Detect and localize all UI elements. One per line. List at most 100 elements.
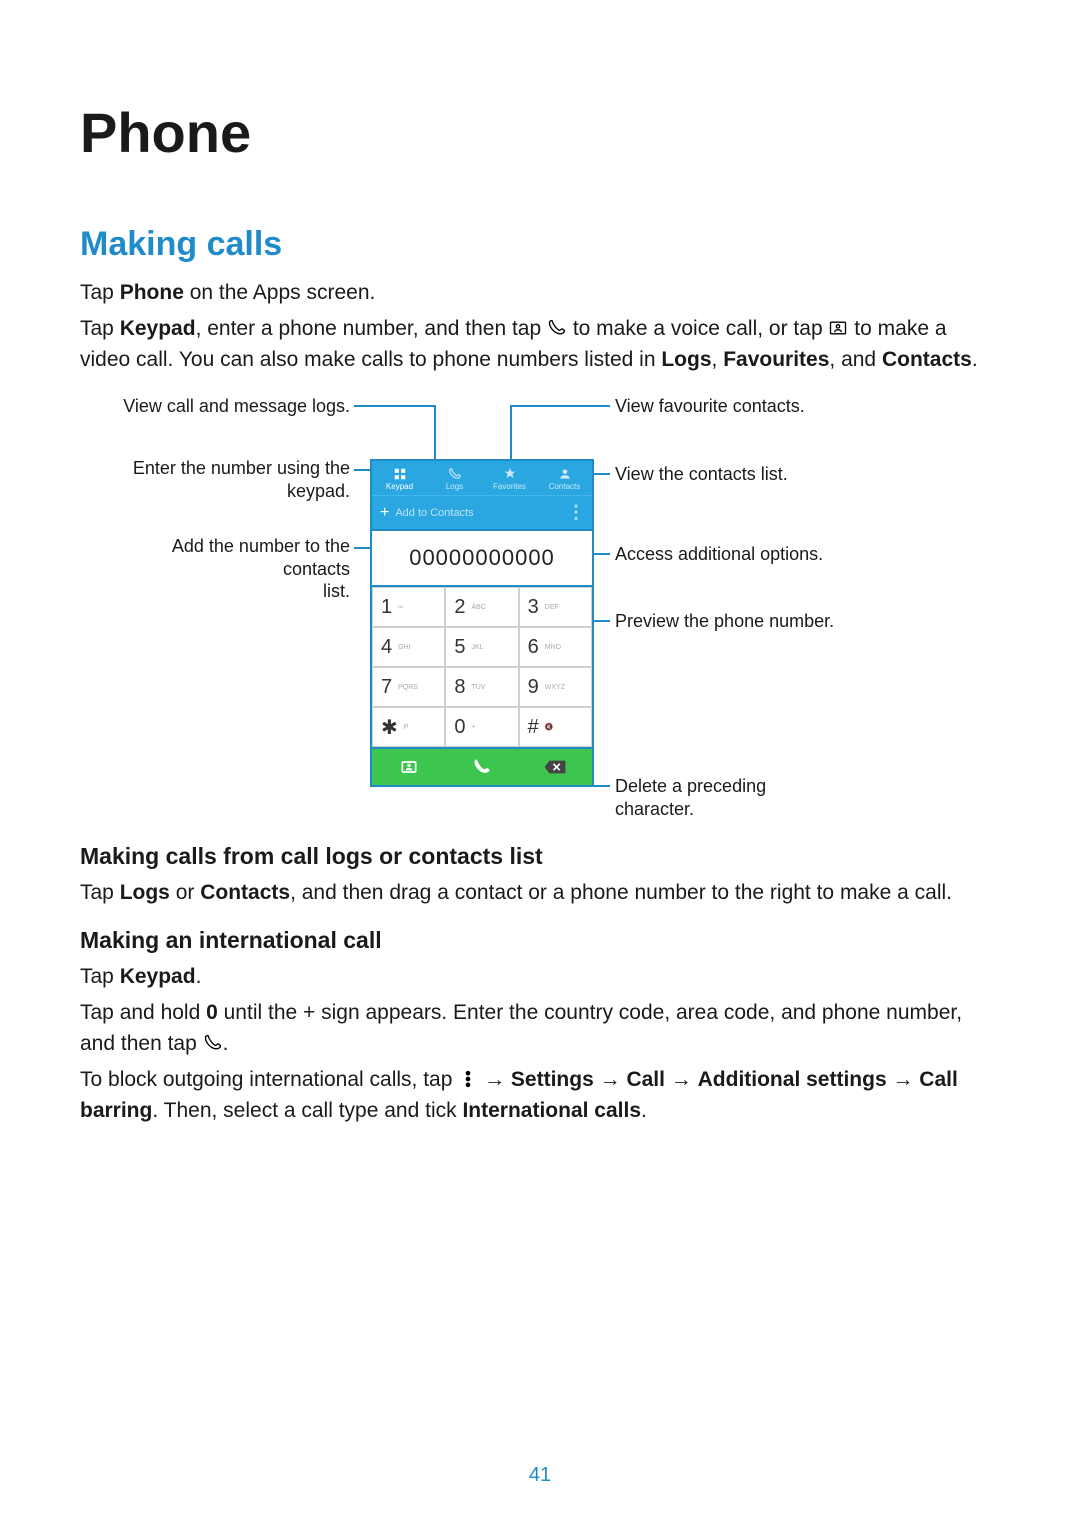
digit: 8 [454,676,465,699]
letters: ABC [471,604,485,611]
text: → [594,1068,627,1091]
key-6[interactable]: 6 MNO [519,627,592,667]
page-title: Phone [80,100,1000,165]
digit: 3 [528,596,539,619]
key-1[interactable]: 1∞ [372,587,445,627]
call-action-row [372,747,592,785]
digit: 7 [381,676,392,699]
key-8[interactable]: 8TUV [445,667,518,707]
keypad-bold: Keypad [120,317,196,340]
text: → [887,1068,920,1091]
key-2[interactable]: 2ABC [445,587,518,627]
key-hash[interactable]: #🔇 [519,707,592,747]
text: , and then drag a contact or a phone num… [290,881,952,904]
more-icon [458,1069,478,1089]
text: . [223,1032,229,1055]
text: Tap [80,965,120,988]
bold: Settings [511,1068,594,1091]
page-number: 41 [0,1464,1080,1487]
person-icon [557,467,573,481]
letters: DEF [545,604,559,611]
tab-favorites[interactable]: Favorites [482,461,537,495]
key-5[interactable]: 5 JKL [445,627,518,667]
letters: ∞ [398,604,403,611]
text: , and [829,348,882,371]
keypad-grid-icon [392,467,408,481]
key-4[interactable]: 4 GHI [372,627,445,667]
bold: Logs [120,881,170,904]
digit: 5 [454,636,465,659]
video-call-button[interactable] [372,749,445,785]
add-to-contacts-row[interactable]: + Add to Contacts ⋮ [372,495,592,529]
letters: 🔇 [545,723,554,731]
tab-keypad[interactable]: Keypad [372,461,427,495]
bold: Additional settings [698,1068,887,1091]
video-call-icon [828,318,848,338]
phone-handset-icon [447,467,463,481]
digit: 1 [381,596,392,619]
digit: ✱ [381,715,398,740]
dial-keypad: 1∞ 2ABC 3DEF 4GHI 5JKL 6MNO 7PQRS 8TUV 9… [372,587,592,747]
text: Tap [80,317,120,340]
subheading-call-logs: Making calls from call logs or contacts … [80,843,1000,870]
letters: JKL [471,644,483,651]
voice-call-button[interactable] [445,749,518,785]
backspace-icon [543,759,567,775]
key-7[interactable]: 7 PQRS [372,667,445,707]
tab-logs[interactable]: Logs [427,461,482,495]
callout-more-options: Access additional options. [615,543,845,566]
text: keypad. [287,481,350,501]
bold: International calls [462,1099,641,1122]
callout-view-contacts: View the contacts list. [615,463,845,486]
sub2-l2: Tap and hold 0 until the + sign appears.… [80,998,1000,1059]
text: → [665,1068,698,1091]
letters: + [471,724,475,731]
key-0[interactable]: 0+ [445,707,518,747]
tab-label: Favorites [493,482,526,491]
digit: 4 [381,636,392,659]
more-icon[interactable]: ⋮ [567,502,584,523]
letters: PQRS [398,684,418,691]
sub1-text: Tap Logs or Contacts, and then drag a co… [80,878,1000,908]
tab-contacts[interactable]: Contacts [537,461,592,495]
text: , [712,348,724,371]
fav-bold: Favourites [723,348,829,371]
keypad-line: Tap Keypad, enter a phone number, and th… [80,314,1000,375]
letters: WXYZ [545,684,565,691]
callout-delete-char: Delete a preceding character. [615,775,845,820]
bold: Contacts [200,881,290,904]
phone-mockup: Keypad Logs Favorites Contacts + Add to … [370,459,594,787]
phone-number-display: 00000000000 [372,529,592,587]
digit: 6 [528,636,539,659]
bold: 0 [206,1001,218,1024]
text: on the Apps screen. [184,281,375,304]
digit: 9 [528,676,539,699]
backspace-button[interactable] [519,749,592,785]
digit: # [528,716,539,739]
digit: 0 [454,716,465,739]
text: → [478,1068,511,1091]
key-star[interactable]: ✱P [372,707,445,747]
key-9[interactable]: 9 WXYZ [519,667,592,707]
callout-add-contact: Add the number to the contacts list. [120,535,350,603]
key-3[interactable]: 3 DEF [519,587,592,627]
tab-label: Contacts [549,482,581,491]
phone-handset-icon [203,1033,223,1053]
phone-tabs: Keypad Logs Favorites Contacts [372,461,592,495]
letters: MNO [545,644,561,651]
letters: GHI [398,644,410,651]
phone-bold: Phone [120,281,184,304]
intro-line: Tap Phone on the Apps screen. [80,278,1000,308]
bold: Call [626,1068,665,1091]
phone-handset-icon [472,757,492,777]
text: Tap and hold [80,1001,206,1024]
phone-diagram: View call and message logs. Enter the nu… [90,395,990,825]
subheading-intl-call: Making an international call [80,927,1000,954]
text: or [170,881,200,904]
text: . [196,965,202,988]
bold: Keypad [120,965,196,988]
tab-label: Logs [446,482,463,491]
text: , enter a phone number, and then tap [196,317,547,340]
plus-icon: + [380,504,389,522]
text: . Then, select a call type and tick [152,1099,462,1122]
